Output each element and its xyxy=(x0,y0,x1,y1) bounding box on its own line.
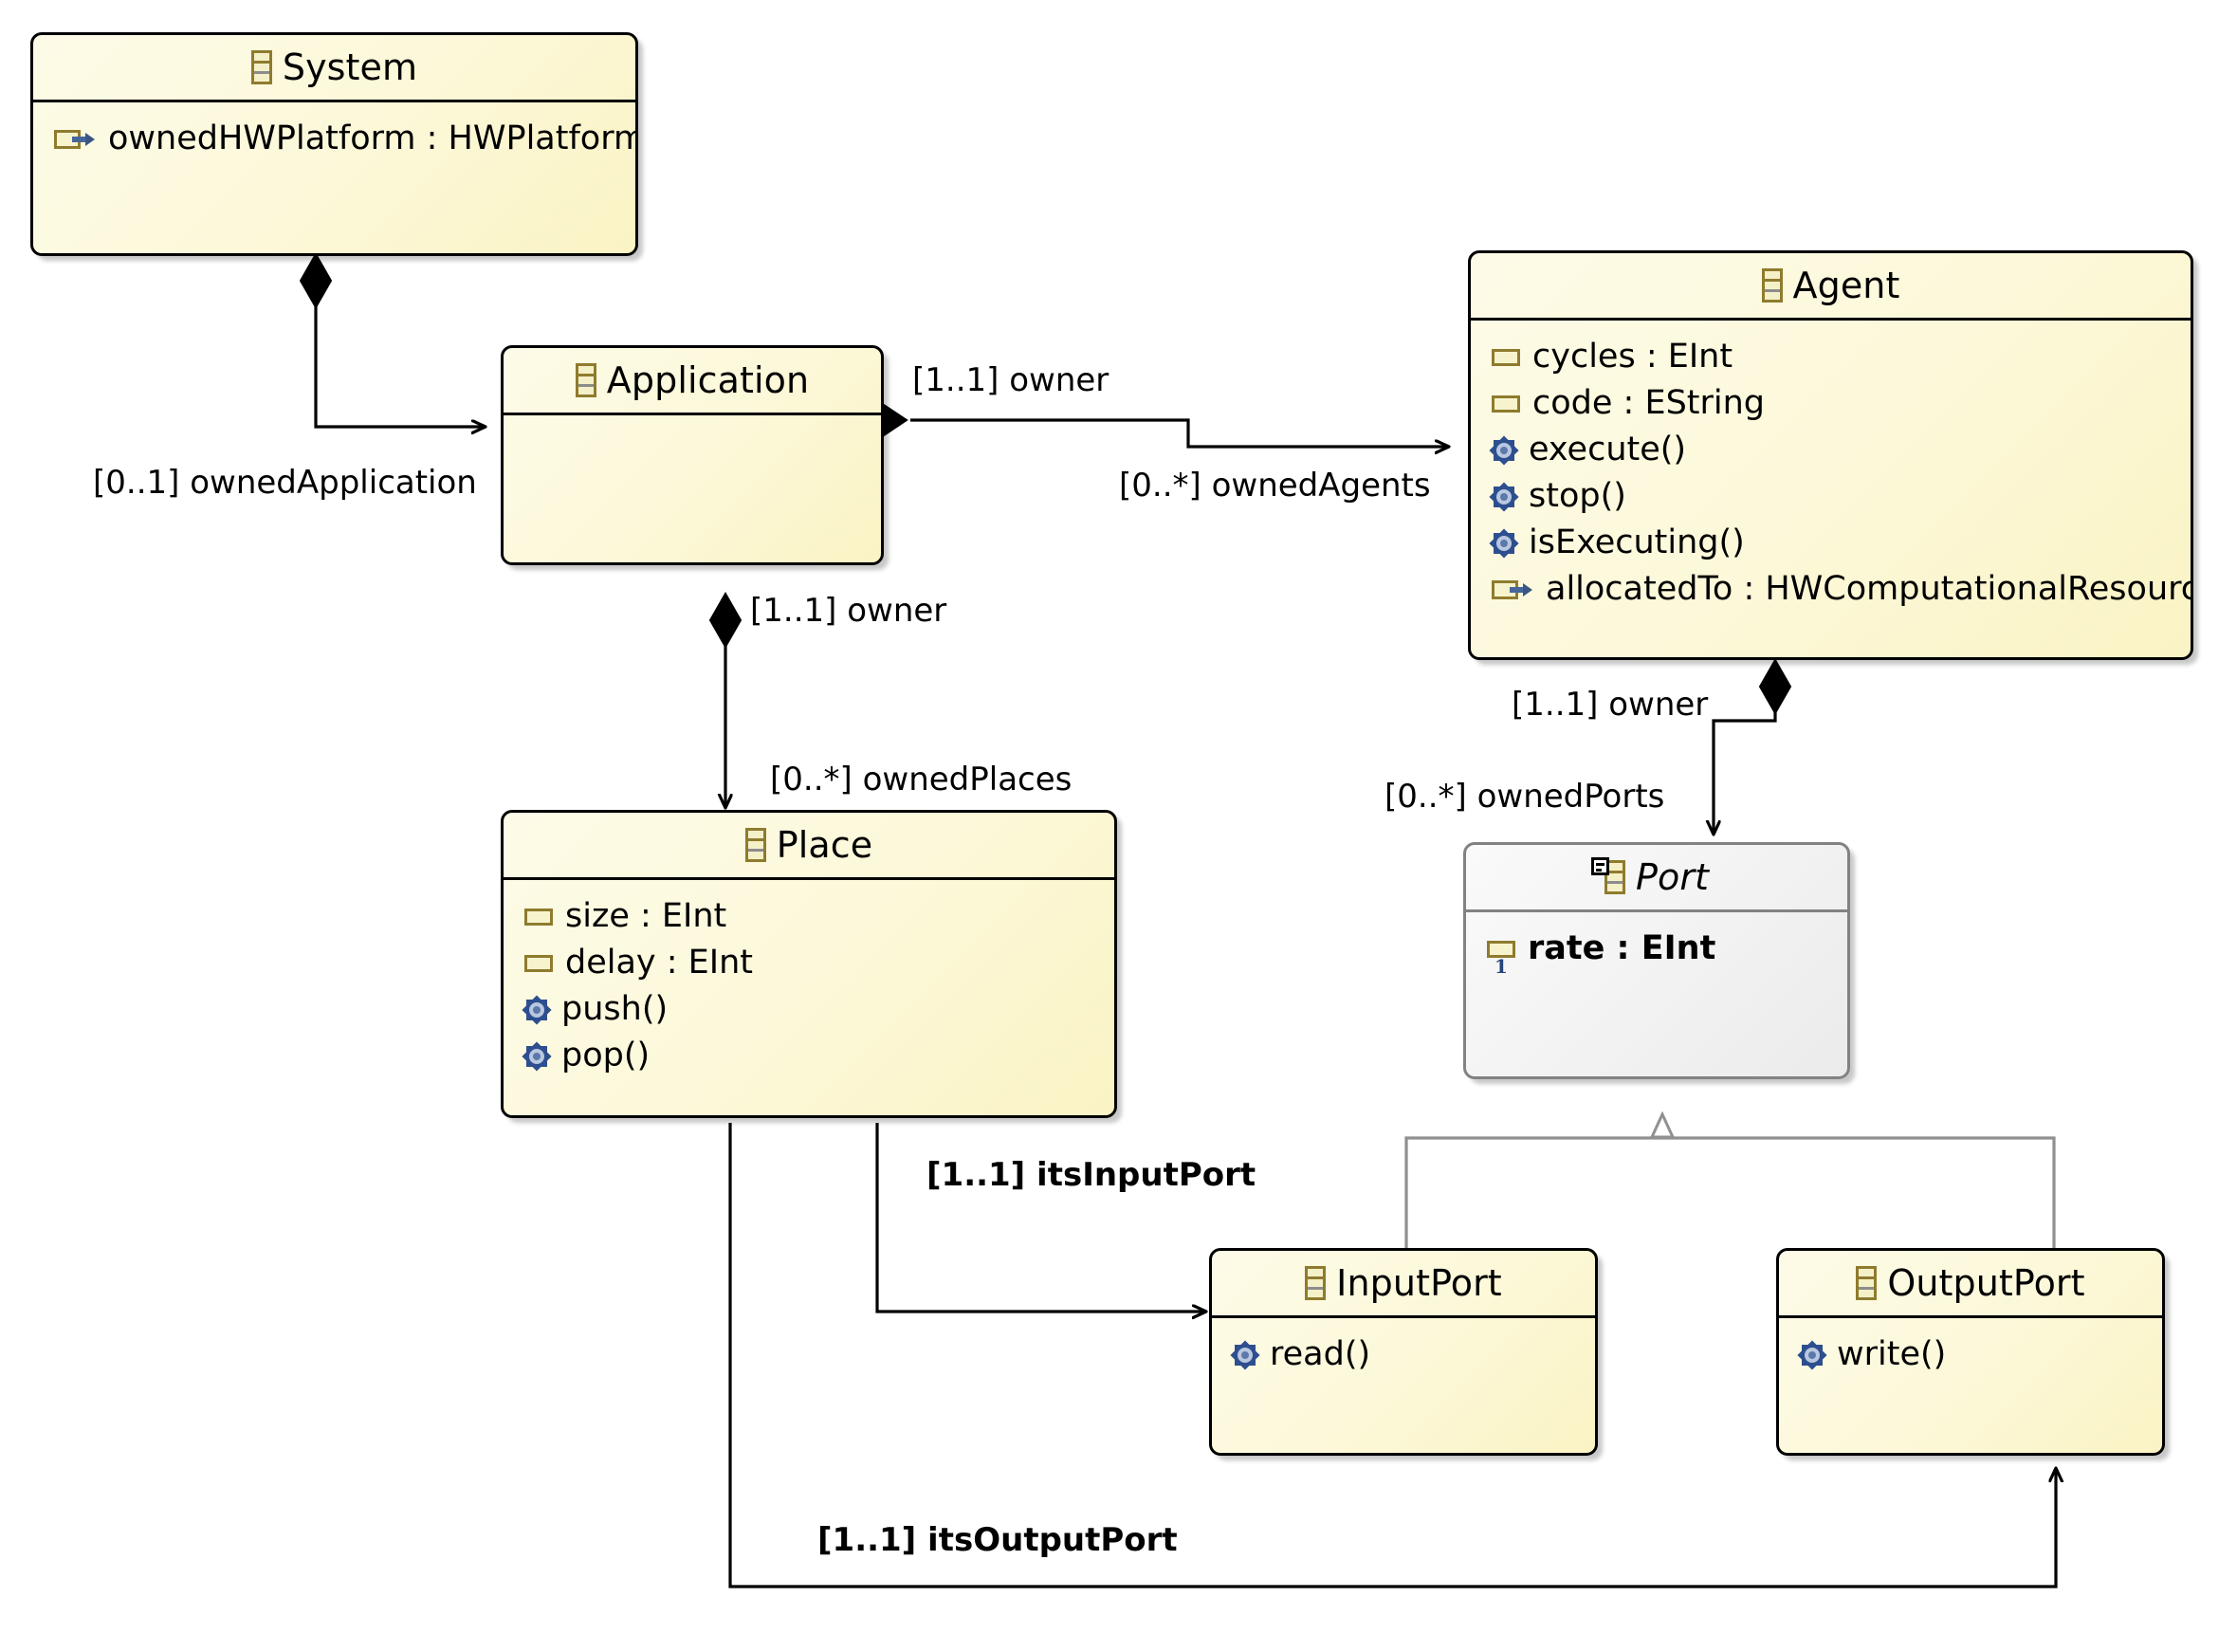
edge-label-its-input-port: [1..1] itsInputPort xyxy=(926,1156,1256,1194)
multiplicity-label: 1 xyxy=(1494,954,1508,978)
class-name-application: Application xyxy=(606,359,810,401)
attribute-icon xyxy=(1492,348,1520,366)
feature-row[interactable]: pop() xyxy=(504,1033,1114,1079)
class-name-outputport: OutputPort xyxy=(1887,1262,2085,1304)
feature-row[interactable]: allocatedTo : HWComputationalResource xyxy=(1471,566,2191,613)
edge-label-its-output-port: [1..1] itsOutputPort xyxy=(817,1521,1178,1559)
class-name-inputport: InputPort xyxy=(1336,1262,1502,1304)
class-icon xyxy=(250,50,272,84)
operation-icon xyxy=(1489,527,1519,559)
class-body-port: 1 rate : EInt xyxy=(1466,912,1847,976)
operation-icon xyxy=(1230,1339,1260,1370)
feature-label: execute() xyxy=(1529,431,1687,468)
edge-application-agent xyxy=(859,403,1449,447)
operation-icon xyxy=(522,1040,552,1072)
reference-icon xyxy=(54,129,96,149)
feature-label: isExecuting() xyxy=(1529,523,1745,561)
uml-class-diagram-canvas: [0..1] ownedApplication [1..1] owner [0.… xyxy=(0,0,2237,1652)
feature-row[interactable]: delay : EInt xyxy=(504,940,1114,986)
edge-label-owned-application: [0..1] ownedApplication xyxy=(93,464,477,502)
class-icon xyxy=(1761,268,1783,303)
class-name-agent: Agent xyxy=(1792,265,1900,306)
edge-place-inputport xyxy=(875,1123,1206,1312)
abstract-class-icon xyxy=(1590,857,1625,894)
class-header-inputport: InputPort xyxy=(1212,1251,1595,1315)
attribute-icon xyxy=(524,954,553,972)
class-header-place: Place xyxy=(504,813,1114,877)
feature-row[interactable]: write() xyxy=(1779,1331,2162,1378)
edge-label-owner-place: [1..1] owner xyxy=(750,592,947,630)
class-name-place: Place xyxy=(776,824,873,866)
feature-label: delay : EInt xyxy=(565,944,754,982)
feature-row[interactable]: push() xyxy=(504,986,1114,1033)
operation-icon xyxy=(1797,1339,1827,1370)
class-body-place: size : EInt delay : EInt push() pop() xyxy=(504,880,1114,1079)
operation-icon xyxy=(522,994,552,1025)
class-header-outputport: OutputPort xyxy=(1779,1251,2162,1315)
class-body-system: ownedHWPlatform : HWPlatform xyxy=(33,102,635,162)
feature-label: rate : EInt xyxy=(1528,929,1716,967)
feature-row[interactable]: stop() xyxy=(1471,473,2191,520)
feature-row[interactable]: ownedHWPlatform : HWPlatform xyxy=(33,116,635,162)
class-name-system: System xyxy=(282,46,418,88)
class-header-port: Port xyxy=(1466,845,1847,909)
feature-label: ownedHWPlatform : HWPlatform xyxy=(108,119,638,157)
class-header-system: System xyxy=(33,35,635,100)
feature-label: code : EString xyxy=(1532,384,1766,422)
class-icon xyxy=(575,363,596,397)
feature-label: push() xyxy=(561,990,669,1028)
edge-application-place xyxy=(708,591,743,808)
edge-agent-port xyxy=(1714,657,1792,835)
attribute-icon xyxy=(524,908,553,926)
feature-label: size : EInt xyxy=(565,897,727,935)
edge-label-owned-places: [0..*] ownedPlaces xyxy=(770,761,1073,798)
feature-label: pop() xyxy=(561,1037,651,1074)
class-body-outputport: write() xyxy=(1779,1318,2162,1378)
class-box-inputport[interactable]: InputPort read() xyxy=(1209,1248,1598,1456)
class-box-place[interactable]: Place size : EInt delay : EInt push() po… xyxy=(501,810,1117,1118)
edge-generalization-ports xyxy=(1404,1114,2056,1252)
class-box-port[interactable]: Port 1 rate : EInt xyxy=(1463,842,1850,1079)
class-box-application[interactable]: Application xyxy=(501,345,884,565)
operation-icon xyxy=(1489,481,1519,512)
feature-row[interactable]: 1 rate : EInt xyxy=(1466,926,1847,976)
feature-row[interactable]: isExecuting() xyxy=(1471,520,2191,566)
class-box-agent[interactable]: Agent cycles : EInt code : EString execu… xyxy=(1468,250,2193,660)
edge-label-owned-ports: [0..*] ownedPorts xyxy=(1384,778,1665,816)
class-box-outputport[interactable]: OutputPort write() xyxy=(1776,1248,2165,1456)
feature-row[interactable]: size : EInt xyxy=(504,893,1114,940)
edge-label-owner-port: [1..1] owner xyxy=(1512,686,1709,724)
feature-label: write() xyxy=(1837,1335,1947,1373)
edge-label-owner-agent: [1..1] owner xyxy=(912,361,1109,399)
class-header-agent: Agent xyxy=(1471,253,2191,318)
feature-label: stop() xyxy=(1529,477,1626,515)
reference-icon xyxy=(1492,579,1533,599)
feature-label: read() xyxy=(1270,1335,1371,1373)
feature-row[interactable]: cycles : EInt xyxy=(1471,334,2191,380)
class-icon xyxy=(1305,1266,1327,1300)
feature-row[interactable]: read() xyxy=(1212,1331,1595,1378)
class-name-port: Port xyxy=(1635,856,1710,898)
class-body-agent: cycles : EInt code : EString execute() s… xyxy=(1471,321,2191,613)
edge-label-owned-agents: [0..*] ownedAgents xyxy=(1119,467,1431,505)
abstract-badge-icon xyxy=(1590,857,1609,875)
class-header-application: Application xyxy=(504,348,881,413)
class-box-system[interactable]: System ownedHWPlatform : HWPlatform xyxy=(30,32,638,256)
class-body-inputport: read() xyxy=(1212,1318,1595,1378)
class-icon xyxy=(744,828,766,862)
feature-row[interactable]: code : EString xyxy=(1471,380,2191,427)
class-icon xyxy=(1856,1266,1878,1300)
operation-icon xyxy=(1489,434,1519,466)
attribute-icon xyxy=(1492,395,1520,413)
feature-label: cycles : EInt xyxy=(1532,338,1733,376)
edge-system-application xyxy=(299,251,486,427)
feature-row[interactable]: execute() xyxy=(1471,427,2191,473)
feature-label: allocatedTo : HWComputationalResource xyxy=(1546,570,2193,608)
attribute-icon-multiplicity: 1 xyxy=(1487,940,1515,976)
class-body-application xyxy=(504,415,881,429)
